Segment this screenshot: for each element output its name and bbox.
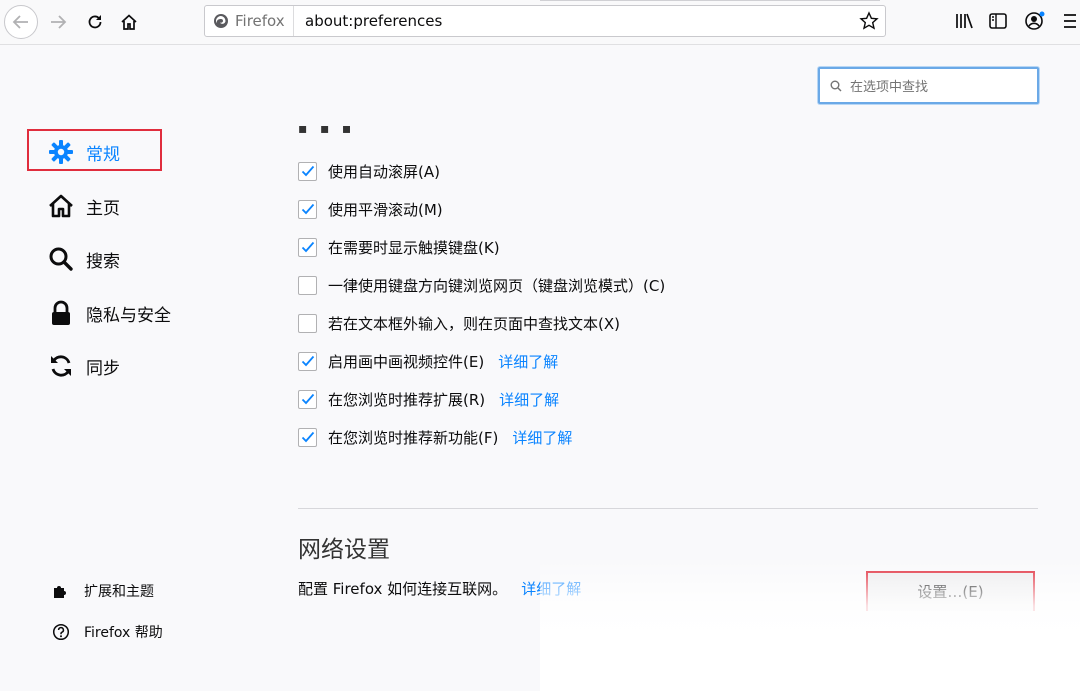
sidebar-item-label: 常规 — [86, 144, 120, 165]
checkbox-find-as-you-type[interactable] — [298, 313, 317, 333]
sidebar-item-label: 同步 — [86, 358, 120, 379]
star-icon[interactable] — [859, 11, 879, 31]
checkbox-recommend-extensions[interactable] — [298, 389, 317, 409]
option-label: 在您浏览时推荐扩展(R) — [328, 390, 486, 409]
sidebar-icon[interactable] — [988, 11, 1008, 31]
option-picture-in-picture[interactable]: 启用画中画视频控件(E) 详细了解 — [298, 349, 558, 373]
tab-strip-edge — [540, 0, 880, 1]
identity-box[interactable]: Firefox — [213, 6, 294, 36]
option-recommend-features[interactable]: 在您浏览时推荐新功能(F) 详细了解 — [298, 425, 572, 449]
checkmark-icon — [301, 241, 314, 253]
url-bar[interactable]: Firefox about:preferences — [204, 5, 886, 37]
network-settings-title: 网络设置 — [298, 537, 390, 563]
learn-more-link[interactable]: 详细了解 — [512, 427, 572, 448]
option-label: 使用平滑滚动(M) — [328, 200, 443, 219]
arrow-left-icon — [12, 15, 28, 29]
section-divider — [298, 508, 1038, 509]
arrow-right-icon — [51, 15, 67, 29]
preferences-search-box[interactable] — [818, 67, 1039, 104]
search-icon — [830, 80, 842, 92]
home-icon — [121, 14, 137, 30]
checkbox-recommend-features[interactable] — [298, 427, 317, 447]
forward-button[interactable] — [43, 7, 73, 37]
home-button[interactable] — [114, 7, 144, 37]
sidebar-item-label: 搜索 — [86, 251, 120, 272]
menu-icon[interactable] — [1062, 11, 1080, 31]
sidebar-link-extensions[interactable]: 扩展和主题 — [52, 579, 154, 603]
option-label: 在需要时显示触摸键盘(K) — [328, 238, 500, 257]
identity-label: Firefox — [235, 12, 285, 30]
checkbox-picture-in-picture[interactable] — [298, 351, 317, 371]
sidebar-link-help[interactable]: Firefox 帮助 — [52, 620, 163, 644]
account-icon[interactable] — [1024, 11, 1046, 31]
option-smooth-scroll[interactable]: 使用平滑滚动(M) — [298, 197, 443, 221]
firefox-logo-icon — [214, 14, 228, 28]
checkmark-icon — [301, 431, 314, 443]
checkbox-touch-keyboard[interactable] — [298, 237, 317, 257]
help-icon — [52, 623, 70, 641]
sidebar-item-label: 隐私与安全 — [86, 305, 171, 326]
checkbox-caret-browsing[interactable] — [298, 275, 317, 295]
sidebar-item-search[interactable]: 搜索 — [46, 241, 120, 277]
network-learn-more-link[interactable]: 详细了解 — [521, 578, 581, 599]
network-description-text: 配置 Firefox 如何连接互联网。 — [298, 580, 508, 598]
sync-icon — [46, 351, 76, 381]
learn-more-link[interactable]: 详细了解 — [498, 351, 558, 372]
learn-more-link[interactable]: 详细了解 — [499, 389, 559, 410]
option-find-as-you-type[interactable]: 若在文本框外输入，则在页面中查找文本(X) — [298, 311, 620, 335]
option-touch-keyboard[interactable]: 在需要时显示触摸键盘(K) — [298, 235, 500, 259]
checkmark-icon — [301, 393, 314, 405]
preferences-search-input[interactable] — [848, 75, 1032, 99]
sidebar-item-sync[interactable]: 同步 — [46, 348, 120, 384]
option-label: 若在文本框外输入，则在页面中查找文本(X) — [328, 314, 620, 333]
sidebar-item-privacy[interactable]: 隐私与安全 — [46, 295, 171, 331]
library-icon[interactable] — [954, 11, 974, 31]
checkmark-icon — [301, 203, 314, 215]
sidebar-link-label: Firefox 帮助 — [84, 625, 163, 641]
sidebar-link-label: 扩展和主题 — [84, 584, 154, 600]
option-caret-browsing[interactable]: 一律使用键盘方向键浏览网页（键盘浏览模式）(C) — [298, 273, 665, 297]
option-label: 启用画中画视频控件(E) — [328, 352, 485, 371]
option-label: 在您浏览时推荐新功能(F) — [328, 428, 499, 447]
url-text[interactable]: about:preferences — [305, 6, 442, 36]
checkbox-autoscroll[interactable] — [298, 161, 317, 181]
checkbox-smooth-scroll[interactable] — [298, 199, 317, 219]
sidebar-item-home[interactable]: 主页 — [46, 188, 120, 224]
sidebar-item-general[interactable]: 常规 — [46, 134, 120, 170]
lock-icon — [46, 298, 76, 328]
checkmark-icon — [301, 165, 314, 177]
section-heading-cropped: ▪ ▪ ▪ — [298, 126, 356, 136]
option-label: 一律使用键盘方向键浏览网页（键盘浏览模式）(C) — [328, 276, 666, 295]
gear-icon — [46, 137, 76, 167]
reload-button[interactable] — [80, 7, 110, 37]
reload-icon — [88, 15, 102, 29]
puzzle-icon — [52, 582, 70, 600]
network-settings-button[interactable]: 设置…(E) — [866, 571, 1035, 611]
option-recommend-extensions[interactable]: 在您浏览时推荐扩展(R) 详细了解 — [298, 387, 559, 411]
option-autoscroll[interactable]: 使用自动滚屏(A) — [298, 159, 440, 183]
option-label: 使用自动滚屏(A) — [328, 162, 440, 181]
home-icon — [46, 191, 76, 221]
browser-toolbar: Firefox about:preferences — [0, 0, 1080, 45]
network-settings-description: 配置 Firefox 如何连接互联网。 详细了解 — [298, 578, 581, 599]
sidebar-item-label: 主页 — [86, 198, 120, 219]
search-icon — [46, 244, 76, 274]
checkmark-icon — [301, 355, 314, 367]
back-button[interactable] — [4, 5, 38, 39]
